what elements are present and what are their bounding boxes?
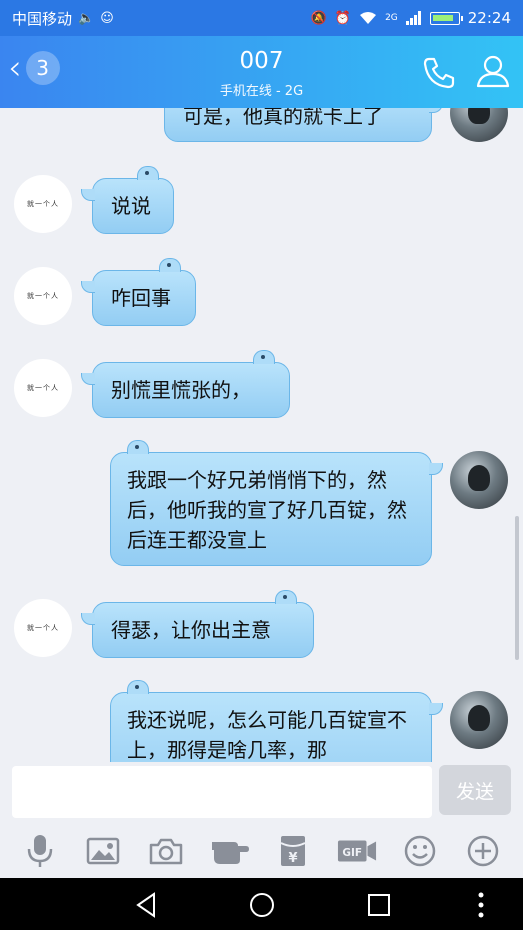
more-button[interactable] (463, 831, 503, 871)
bubble-tail (81, 281, 95, 293)
message-bubble-left[interactable]: 说说 (81, 166, 174, 234)
triangle-back-icon (136, 892, 155, 918)
my-avatar[interactable] (450, 691, 508, 749)
mute-icon: 🔕 (310, 10, 327, 26)
bubble-ear (275, 590, 297, 604)
alarm-icon: ⏰ (334, 10, 352, 26)
bubble-ear (253, 350, 275, 364)
scrollbar[interactable] (515, 516, 519, 660)
profile-button[interactable] (474, 52, 512, 90)
contact-avatar-text: 就一个人 (27, 292, 59, 300)
status-bar: 中国移动 🔈 ☺ 🔕 ⏰ 2G 22:24 (0, 0, 523, 36)
message-text: 可是，他真的就卡上了 (183, 108, 383, 128)
contact-avatar[interactable]: 就一个人 (14, 359, 72, 417)
signal-icon (405, 11, 421, 25)
nav-menu-button[interactable] (466, 890, 496, 920)
message-bubble-right[interactable]: 我还说呢，怎么可能几百锭宣不上，那得是啥几率，那 (110, 680, 443, 762)
poke-button[interactable] (210, 831, 250, 871)
emoji-button[interactable] (400, 831, 440, 871)
gif-icon: GIF (337, 840, 376, 862)
carrier-name: 中国移动 (12, 9, 73, 28)
send-button[interactable]: 发送 (439, 765, 511, 815)
bubble-tail (429, 108, 443, 113)
camera-icon (150, 838, 183, 865)
message-text: 我还说呢，怎么可能几百锭宣不上，那得是啥几率，那 (127, 708, 407, 762)
carrier-group: 中国移动 🔈 ☺ (12, 8, 311, 29)
photo-button[interactable] (83, 831, 123, 871)
message-bubble-right[interactable]: 我跟一个好兄弟悄悄下的，然后，他听我的宣了好几百锭，然后连王都没宣上 (110, 440, 443, 566)
message-bubble-left[interactable]: 咋回事 (81, 258, 196, 326)
red-packet-icon: ¥ (280, 836, 306, 866)
message-text: 别慌里慌张的， (111, 378, 251, 402)
bubble-tail (429, 703, 443, 715)
contact-avatar-text: 就一个人 (27, 624, 59, 632)
status-right: 🔕 ⏰ 2G 22:24 (311, 9, 511, 27)
contact-avatar[interactable]: 就一个人 (14, 175, 72, 233)
bubble-ear (127, 440, 149, 454)
contact-avatar-text: 就一个人 (27, 200, 59, 208)
person-icon (476, 55, 510, 88)
composer: 发送 (0, 762, 523, 824)
bubble-ear (137, 166, 159, 180)
wifi-icon (360, 12, 377, 24)
circle-home-icon (250, 893, 274, 917)
gif-button[interactable]: GIF (337, 831, 377, 871)
camera-button[interactable] (146, 831, 186, 871)
volume-icon: 🔈 (78, 10, 95, 26)
network-type: 2G (385, 13, 398, 23)
bubble-ear (127, 680, 149, 694)
bubble-ear (159, 258, 181, 272)
voice-button[interactable] (20, 831, 60, 871)
chat-header: ‹ 3 007 手机在线 - 2G (0, 36, 523, 108)
emoji-icon (404, 835, 436, 867)
bubble-tail (81, 613, 95, 625)
my-avatar[interactable] (450, 451, 508, 509)
message-text: 我跟一个好兄弟悄悄下的，然后，他听我的宣了好几百锭，然后连王都没宣上 (127, 468, 407, 552)
bubble-tail (429, 463, 443, 475)
microphone-icon (27, 835, 52, 867)
message-list[interactable]: 可是，他真的就卡上了 就一个人 说说 就一个人 咋回事 就一个人 别慌里慌张的，… (0, 108, 523, 762)
message-input[interactable] (12, 766, 432, 818)
money-symbol: ¥ (289, 851, 298, 866)
poke-icon (211, 842, 249, 864)
message-bubble-right[interactable]: 可是，他真的就卡上了 (164, 108, 443, 142)
message-bubble-left[interactable]: 别慌里慌张的， (81, 350, 290, 418)
message-text: 得瑟，让你出主意 (111, 618, 271, 642)
notification-icon: ☺ (100, 10, 114, 26)
contact-avatar[interactable]: 就一个人 (14, 267, 72, 325)
square-recents-icon (368, 894, 390, 916)
message-text: 咋回事 (111, 286, 171, 310)
system-nav-bar (0, 878, 523, 930)
contact-avatar-text: 就一个人 (27, 384, 59, 392)
message-text: 说说 (111, 194, 151, 218)
nav-back-button[interactable] (132, 890, 162, 920)
message-bubble-left[interactable]: 得瑟，让你出主意 (81, 590, 314, 658)
bubble-tail (81, 373, 95, 385)
bubble-tail (81, 189, 95, 201)
red-packet-button[interactable]: ¥ (273, 831, 313, 871)
my-avatar[interactable] (450, 108, 508, 142)
image-icon (86, 837, 120, 865)
nav-recents-button[interactable] (364, 890, 394, 920)
more-vertical-icon (478, 892, 484, 918)
gif-text: GIF (342, 847, 362, 859)
battery-icon (429, 11, 463, 25)
clock: 22:24 (467, 9, 511, 27)
phone-icon (423, 57, 455, 89)
call-button[interactable] (420, 54, 458, 92)
composer-toolbar: ¥ GIF (0, 824, 523, 878)
plus-icon (468, 835, 499, 867)
nav-home-button[interactable] (247, 890, 277, 920)
contact-avatar[interactable]: 就一个人 (14, 599, 72, 657)
